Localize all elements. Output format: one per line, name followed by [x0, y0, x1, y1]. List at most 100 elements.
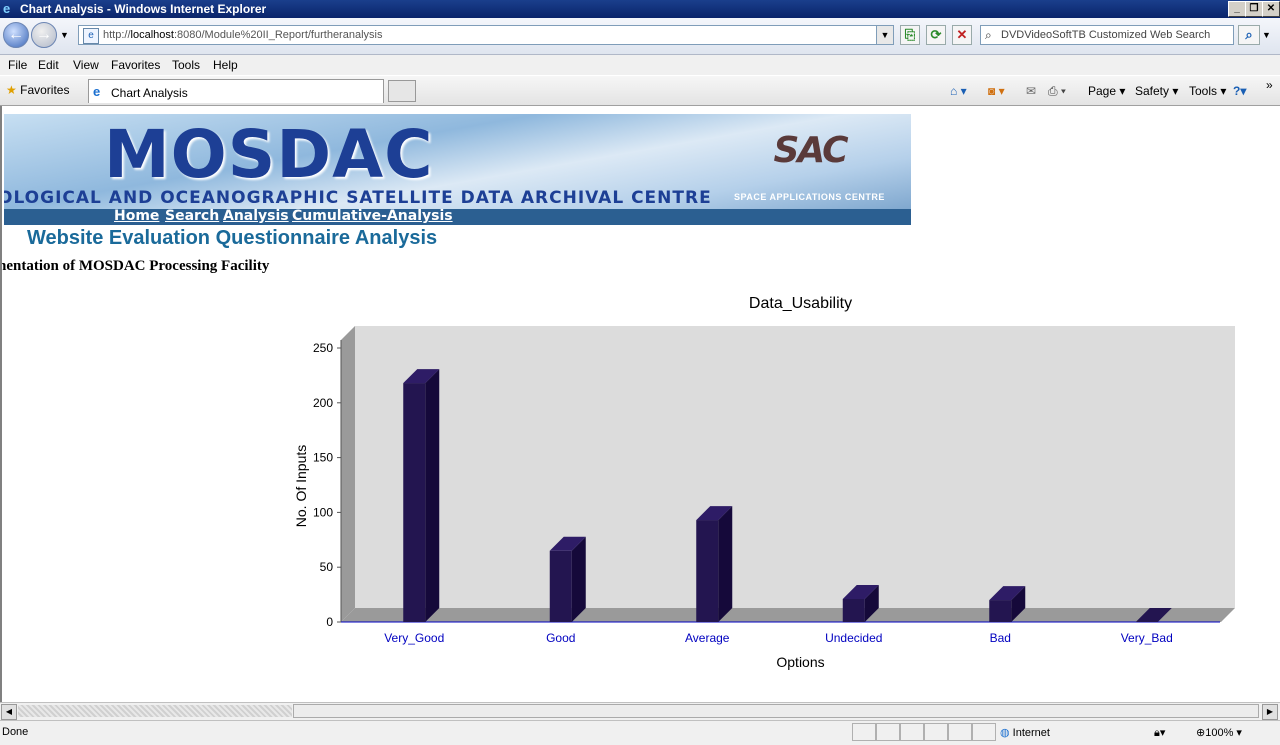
new-tab-button[interactable]: [388, 80, 416, 102]
address-url[interactable]: http://localhost:8080/Module%20II_Report…: [103, 29, 382, 41]
status-cell: [876, 723, 900, 741]
x-tick-label: Very_Good: [384, 631, 444, 645]
search-box[interactable]: ⌕ DVDVideoSoftTB Customized Web Search: [980, 25, 1234, 45]
menu-tools[interactable]: Tools: [172, 58, 200, 72]
chart-title: Data_Usability: [749, 295, 852, 312]
address-dropdown-icon[interactable]: ▼: [876, 26, 893, 44]
scroll-right-icon[interactable]: ▶: [1262, 704, 1278, 720]
window-title: Chart Analysis - Windows Internet Explor…: [20, 2, 267, 16]
compatibility-view-icon[interactable]: ⎘: [900, 25, 920, 45]
print-icon[interactable]: ⎙ ▾: [1048, 84, 1066, 99]
sac-subtitle: SPACE APPLICATIONS CENTRE: [734, 192, 885, 202]
protected-mode-icon[interactable]: 🔒︎▾: [1154, 726, 1165, 740]
page-content: MOSDAC OLOGICAL AND OCEANOGRAPHIC SATELL…: [0, 106, 1280, 702]
more-commands-icon[interactable]: »: [1266, 78, 1273, 92]
close-button[interactable]: ✕: [1262, 1, 1280, 17]
x-tick-label: Very_Bad: [1121, 631, 1173, 645]
menu-bar: File Edit View Favorites Tools Help: [0, 55, 1280, 75]
status-cell: [948, 723, 972, 741]
page-subheading: nentation of MOSDAC Processing Facility: [0, 258, 270, 274]
home-icon[interactable]: ⌂ ▾: [950, 84, 967, 98]
search-options-dropdown-icon[interactable]: ▼: [1262, 30, 1271, 40]
x-axis-label: Options: [776, 654, 824, 670]
status-text: Done: [2, 726, 29, 738]
favorites-bar: ★ Favorites e Chart Analysis ⌂ ▾ ◙ ▾ ✉ ⎙…: [0, 76, 1280, 106]
x-tick-label: Bad: [990, 631, 1011, 645]
refresh-icon[interactable]: ⟳: [926, 25, 946, 45]
status-cell: [972, 723, 996, 741]
menu-file[interactable]: File: [8, 58, 27, 72]
search-input[interactable]: DVDVideoSoftTB Customized Web Search: [1001, 29, 1210, 41]
tab-chart-analysis[interactable]: e Chart Analysis: [88, 79, 384, 103]
address-bar[interactable]: e http://localhost:8080/Module%20II_Repo…: [78, 25, 894, 45]
y-tick-label: 50: [320, 560, 334, 574]
status-cell: [924, 723, 948, 741]
menu-help[interactable]: Help: [213, 58, 238, 72]
menu-favorites[interactable]: Favorites: [111, 58, 160, 72]
plot-back-wall: [355, 326, 1235, 608]
bar: [842, 598, 865, 622]
ie-tab-icon: e: [93, 84, 101, 99]
bar: [549, 550, 572, 622]
feeds-icon[interactable]: ◙ ▾: [988, 84, 1005, 98]
y-tick-label: 150: [313, 451, 333, 465]
globe-icon: ◍: [1000, 727, 1010, 739]
tools-menu[interactable]: Tools ▾: [1189, 84, 1226, 98]
status-cell: [900, 723, 924, 741]
zoom-icon: ⊕: [1196, 727, 1206, 739]
x-tick-label: Good: [546, 631, 575, 645]
safety-menu[interactable]: Safety ▾: [1135, 84, 1178, 98]
plot-left-wall: [341, 326, 355, 622]
plot-floor: [341, 608, 1235, 622]
page-heading: Website Evaluation Questionnaire Analysi…: [27, 227, 438, 249]
x-tick-label: Average: [685, 631, 730, 645]
scroll-left-icon[interactable]: ◀: [1, 704, 17, 720]
mail-icon[interactable]: ✉: [1026, 84, 1036, 98]
bar-side: [571, 536, 586, 622]
security-zone[interactable]: ◍ Internet: [1000, 726, 1050, 739]
banner-subtitle: OLOGICAL AND OCEANOGRAPHIC SATELLITE DAT…: [4, 188, 712, 208]
bar-side: [718, 506, 733, 622]
minimize-button[interactable]: _: [1228, 1, 1246, 17]
menu-view[interactable]: View: [73, 58, 99, 72]
back-button[interactable]: ←: [3, 22, 29, 48]
recent-pages-dropdown-icon[interactable]: ▼: [60, 30, 69, 40]
nav-search-link[interactable]: Search: [165, 208, 219, 224]
mosdac-banner: MOSDAC OLOGICAL AND OCEANOGRAPHIC SATELL…: [4, 114, 911, 225]
data-usability-chart: 0 50 100 150 200 250 Very_Good Good Average Undec…: [293, 295, 1235, 670]
nav-analysis-link[interactable]: Analysis: [223, 208, 289, 224]
search-button-icon[interactable]: ⌕: [1238, 25, 1260, 45]
mosdac-logo: MOSDAC: [104, 116, 434, 193]
bar-side: [425, 369, 440, 622]
page-icon: e: [83, 28, 99, 44]
horizontal-scrollbar[interactable]: ◀ ▶: [0, 702, 1280, 720]
forward-button[interactable]: →: [31, 22, 57, 48]
nav-cumulative-analysis-link[interactable]: Cumulative-Analysis: [292, 208, 453, 224]
y-tick-label: 0: [326, 615, 333, 629]
y-tick-label: 200: [313, 396, 333, 410]
star-icon: ★: [6, 83, 17, 97]
sac-logo: SAC: [773, 130, 848, 171]
favorites-button[interactable]: ★ Favorites: [6, 83, 69, 97]
y-tick-label: 250: [313, 341, 333, 355]
ie-logo-icon: e: [3, 1, 11, 16]
stop-icon[interactable]: ✕: [952, 25, 972, 45]
scroll-thumb[interactable]: [293, 704, 1259, 718]
navigation-bar: ← → ▼ e http://localhost:8080/Module%20I…: [0, 18, 1280, 55]
status-cell: [852, 723, 876, 741]
x-tick-label: Undecided: [825, 631, 882, 645]
page-menu[interactable]: Page ▾: [1088, 84, 1125, 98]
bar: [989, 600, 1012, 622]
zoom-level[interactable]: ⊕100% ▾: [1196, 726, 1242, 739]
nav-home-link[interactable]: Home: [114, 208, 159, 224]
y-tick-label: 100: [313, 505, 333, 519]
status-bar: Done ◍ Internet 🔒︎▾ ⊕100% ▾: [0, 720, 1280, 745]
scroll-track[interactable]: [18, 705, 292, 717]
tab-title: Chart Analysis: [111, 86, 188, 100]
help-icon[interactable]: ?▾: [1233, 84, 1246, 98]
search-provider-icon: ⌕: [985, 28, 992, 42]
maximize-button[interactable]: ❐: [1245, 1, 1263, 17]
bar: [403, 383, 426, 622]
menu-edit[interactable]: Edit: [38, 58, 59, 72]
bar: [696, 520, 719, 622]
